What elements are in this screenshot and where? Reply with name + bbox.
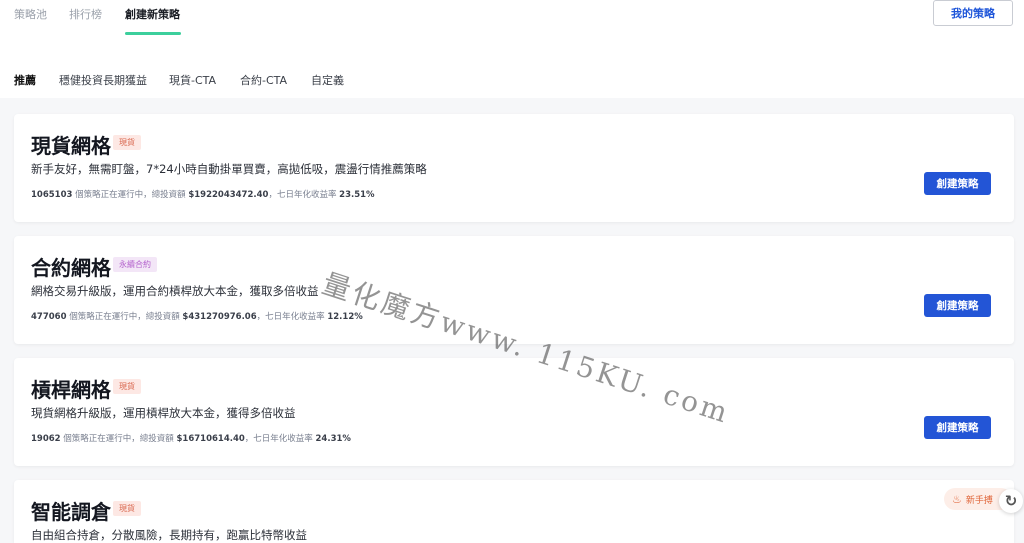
active-tab-indicator	[125, 32, 181, 35]
yield-text: ，七日年化收益率	[268, 190, 337, 200]
newbie-label: 新手搏	[965, 495, 993, 506]
strategy-card-spot-grid: 現貨網格 現貨 新手友好，無需盯盤，7*24小時自動掛單買賣，高拋低吸，震盪行情…	[14, 114, 1014, 222]
total-investment: $431270976.06	[182, 312, 257, 322]
card-title: 智能調倉	[31, 500, 111, 524]
tab-strategy-pool[interactable]: 策略池	[14, 6, 47, 22]
running-count-text: 個策略正在運行中，總投資額	[75, 190, 186, 200]
running-count-text: 個策略正在運行中，總投資額	[63, 434, 174, 444]
refresh-icon[interactable]: ↻	[999, 489, 1023, 513]
subtab-custom[interactable]: 自定義	[311, 72, 344, 88]
card-stats: 1065103 個策略正在運行中，總投資額 $1922043472.40，七日年…	[31, 188, 375, 200]
yield-text: ，七日年化收益率	[244, 434, 313, 444]
seven-day-yield: 24.31%	[315, 434, 351, 444]
strategy-card-contract-grid: 合約網格 永續合約 網格交易升級版，運用合約槓桿放大本金，獲取多倍收益 4770…	[14, 236, 1014, 344]
my-strategy-button[interactable]: 我的策略	[933, 0, 1013, 26]
yield-text: ，七日年化收益率	[256, 312, 325, 322]
card-title: 槓桿網格	[31, 378, 111, 402]
top-navigation: 策略池 排行榜 創建新策略 我的策略	[0, 0, 1024, 64]
running-count: 1065103	[31, 190, 73, 200]
running-count: 477060	[31, 312, 67, 322]
create-strategy-button[interactable]: 創建策略	[924, 416, 991, 439]
subtab-steady-investment[interactable]: 穩健投資長期獲益	[59, 72, 147, 88]
total-investment: $1922043472.40	[188, 190, 269, 200]
subtab-contract-cta[interactable]: 合約-CTA	[240, 72, 287, 88]
seven-day-yield: 23.51%	[339, 190, 375, 200]
card-description: 現貨網格升級版，運用槓桿放大本金，獲得多倍收益	[31, 406, 296, 420]
card-description: 新手友好，無需盯盤，7*24小時自動掛單買賣，高拋低吸，震盪行情推薦策略	[31, 162, 427, 176]
card-description: 網格交易升級版，運用合約槓桿放大本金，獲取多倍收益	[31, 284, 319, 298]
running-count-text: 個策略正在運行中，總投資額	[69, 312, 180, 322]
card-title: 合約網格	[31, 256, 111, 280]
fire-icon: ♨	[952, 492, 962, 506]
strategy-card-smart-rebalance: 智能調倉 現貨 自由組合持倉，分散風險，長期持有，跑贏比特幣收益	[14, 480, 1014, 543]
subtab-spot-cta[interactable]: 現貨-CTA	[169, 72, 216, 88]
tab-create-strategy[interactable]: 創建新策略	[125, 6, 180, 22]
card-tag: 現貨	[113, 379, 141, 394]
strategy-card-leverage-grid: 槓桿網格 現貨 現貨網格升級版，運用槓桿放大本金，獲得多倍收益 19062 個策…	[14, 358, 1014, 466]
running-count: 19062	[31, 434, 61, 444]
category-tabs: 推薦 穩健投資長期獲益 現貨-CTA 合約-CTA 自定義	[0, 64, 1024, 98]
card-stats: 477060 個策略正在運行中，總投資額 $431270976.06，七日年化收…	[31, 310, 363, 322]
card-title: 現貨網格	[31, 134, 111, 158]
seven-day-yield: 12.12%	[327, 312, 363, 322]
card-tag: 現貨	[113, 135, 141, 150]
card-stats: 19062 個策略正在運行中，總投資額 $16710614.40，七日年化收益率…	[31, 432, 351, 444]
tab-leaderboard[interactable]: 排行榜	[69, 6, 102, 22]
subtab-recommended[interactable]: 推薦	[14, 72, 36, 88]
create-strategy-button[interactable]: 創建策略	[924, 294, 991, 317]
total-investment: $16710614.40	[176, 434, 245, 444]
create-strategy-button[interactable]: 創建策略	[924, 172, 991, 195]
card-tag: 永續合約	[113, 257, 157, 272]
card-tag: 現貨	[113, 501, 141, 516]
card-description: 自由組合持倉，分散風險，長期持有，跑贏比特幣收益	[31, 528, 307, 542]
